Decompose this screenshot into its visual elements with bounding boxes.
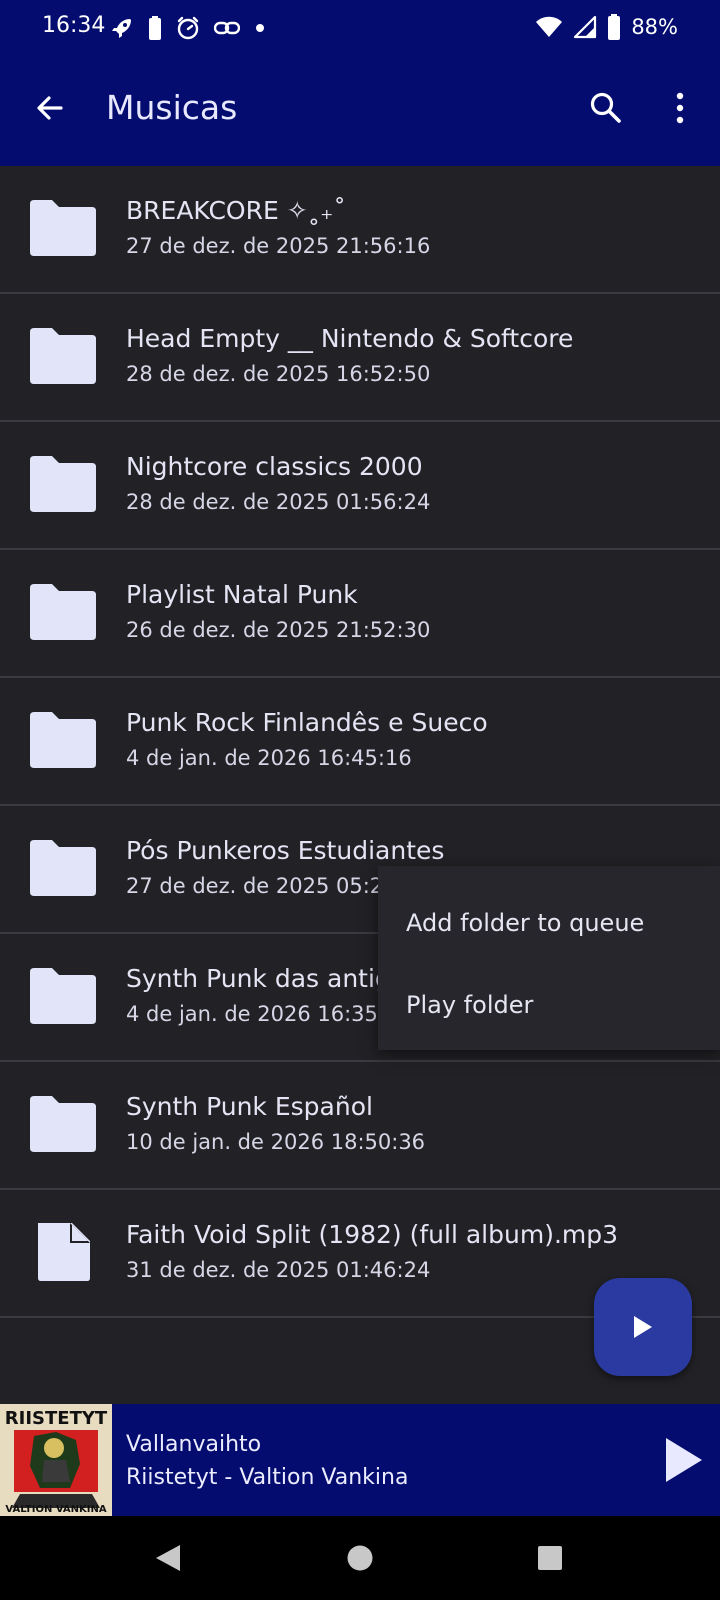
list-item[interactable]: Nightcore classics 2000 28 de dez. de 20… bbox=[0, 422, 720, 550]
file-list: BREAKCORE ✧˳₊˚ 27 de dez. de 2025 21:56:… bbox=[0, 166, 720, 1318]
nav-back-icon bbox=[156, 1545, 180, 1571]
list-item[interactable]: Synth Punk Español 10 de jan. de 2026 18… bbox=[0, 1062, 720, 1190]
item-title: Nightcore classics 2000 bbox=[126, 452, 423, 481]
item-date: 4 de jan. de 2026 16:35:1 bbox=[126, 1002, 399, 1026]
cover-album-text: VALTION VANKINA bbox=[5, 1504, 106, 1515]
track-artist: Riistetyt - Valtion Vankina bbox=[126, 1465, 409, 1490]
track-title: Vallanvaihto bbox=[126, 1432, 262, 1457]
rocket-icon bbox=[112, 19, 131, 38]
list-item[interactable]: BREAKCORE ✧˳₊˚ 27 de dez. de 2025 21:56:… bbox=[0, 166, 720, 294]
battery-percent: 88% bbox=[631, 15, 678, 39]
item-date: 31 de dez. de 2025 01:46:24 bbox=[126, 1258, 431, 1282]
item-title: Head Empty __ Nintendo & Softcore bbox=[126, 324, 574, 353]
now-playing-bar[interactable]: RIISTETYT VALTION VANKINA Vallanvaihto R… bbox=[0, 1404, 720, 1516]
more-vert-icon bbox=[676, 92, 684, 124]
cellular-icon bbox=[574, 15, 597, 39]
list-item[interactable]: Playlist Natal Punk 26 de dez. de 2025 2… bbox=[0, 550, 720, 678]
context-menu: Add folder to queue Play folder bbox=[378, 866, 720, 1050]
folder-icon bbox=[30, 840, 96, 896]
folder-icon bbox=[30, 328, 96, 384]
app-bar: Musicas bbox=[0, 56, 720, 166]
wifi-icon bbox=[536, 16, 563, 37]
list-item[interactable]: Head Empty __ Nintendo & Softcore 28 de … bbox=[0, 294, 720, 422]
player-play-button[interactable] bbox=[654, 1430, 714, 1490]
album-cover[interactable]: RIISTETYT VALTION VANKINA bbox=[0, 1404, 112, 1516]
item-date: 4 de jan. de 2026 16:45:16 bbox=[126, 746, 412, 770]
menu-item-play-folder[interactable]: Play folder bbox=[378, 964, 720, 1046]
search-icon bbox=[590, 92, 621, 123]
item-title: Punk Rock Finlandês e Sueco bbox=[126, 708, 488, 737]
battery-saver-icon bbox=[149, 16, 161, 40]
item-title: Pós Punkeros Estudiantes bbox=[126, 836, 445, 865]
play-all-fab[interactable] bbox=[594, 1278, 692, 1376]
item-date: 28 de dez. de 2025 16:52:50 bbox=[126, 362, 431, 386]
status-time: 16:34 bbox=[42, 13, 106, 38]
dot-icon bbox=[256, 24, 264, 32]
nav-home-button[interactable] bbox=[338, 1536, 382, 1580]
item-title: Synth Punk das antig bbox=[126, 964, 391, 993]
nav-home-icon bbox=[347, 1545, 373, 1571]
play-icon bbox=[634, 1316, 652, 1338]
item-date: 27 de dez. de 2025 21:56:16 bbox=[126, 234, 431, 258]
item-date: 27 de dez. de 2025 05:27 bbox=[126, 874, 397, 898]
back-button[interactable] bbox=[26, 84, 74, 132]
cover-title-text: RIISTETYT bbox=[5, 1408, 108, 1429]
search-button[interactable] bbox=[582, 84, 630, 132]
album-cover-art: RIISTETYT VALTION VANKINA bbox=[0, 1404, 112, 1516]
status-bar: 16:34 88% bbox=[0, 0, 720, 56]
status-system-icons: 88% bbox=[535, 12, 678, 42]
nav-back-button[interactable] bbox=[146, 1536, 190, 1580]
item-title: Synth Punk Español bbox=[126, 1092, 373, 1121]
item-date: 10 de jan. de 2026 18:50:36 bbox=[126, 1130, 426, 1154]
list-item[interactable]: Punk Rock Finlandês e Sueco 4 de jan. de… bbox=[0, 678, 720, 806]
timer-icon bbox=[177, 16, 199, 40]
item-date: 26 de dez. de 2025 21:52:30 bbox=[126, 618, 431, 642]
folder-icon bbox=[30, 968, 96, 1024]
folder-icon bbox=[30, 456, 96, 512]
link-icon bbox=[214, 21, 240, 35]
item-date: 28 de dez. de 2025 01:56:24 bbox=[126, 490, 431, 514]
nav-recents-icon bbox=[538, 1546, 562, 1570]
battery-icon bbox=[608, 14, 621, 40]
arrow-back-icon bbox=[37, 96, 63, 120]
folder-icon bbox=[30, 712, 96, 768]
item-title: BREAKCORE ✧˳₊˚ bbox=[126, 196, 346, 225]
folder-icon bbox=[30, 1096, 96, 1152]
play-icon bbox=[666, 1438, 702, 1482]
item-title: Playlist Natal Punk bbox=[126, 580, 358, 609]
file-icon bbox=[38, 1223, 90, 1281]
status-notification-icons bbox=[110, 14, 266, 42]
system-nav-bar bbox=[0, 1516, 720, 1600]
folder-icon bbox=[30, 584, 96, 640]
menu-item-add-folder-to-queue[interactable]: Add folder to queue bbox=[378, 882, 720, 964]
nav-recents-button[interactable] bbox=[528, 1536, 572, 1580]
more-options-button[interactable] bbox=[656, 84, 704, 132]
page-title: Musicas bbox=[106, 88, 238, 127]
folder-icon bbox=[30, 200, 96, 256]
item-title: Faith Void Split (1982) (full album).mp3 bbox=[126, 1220, 619, 1249]
